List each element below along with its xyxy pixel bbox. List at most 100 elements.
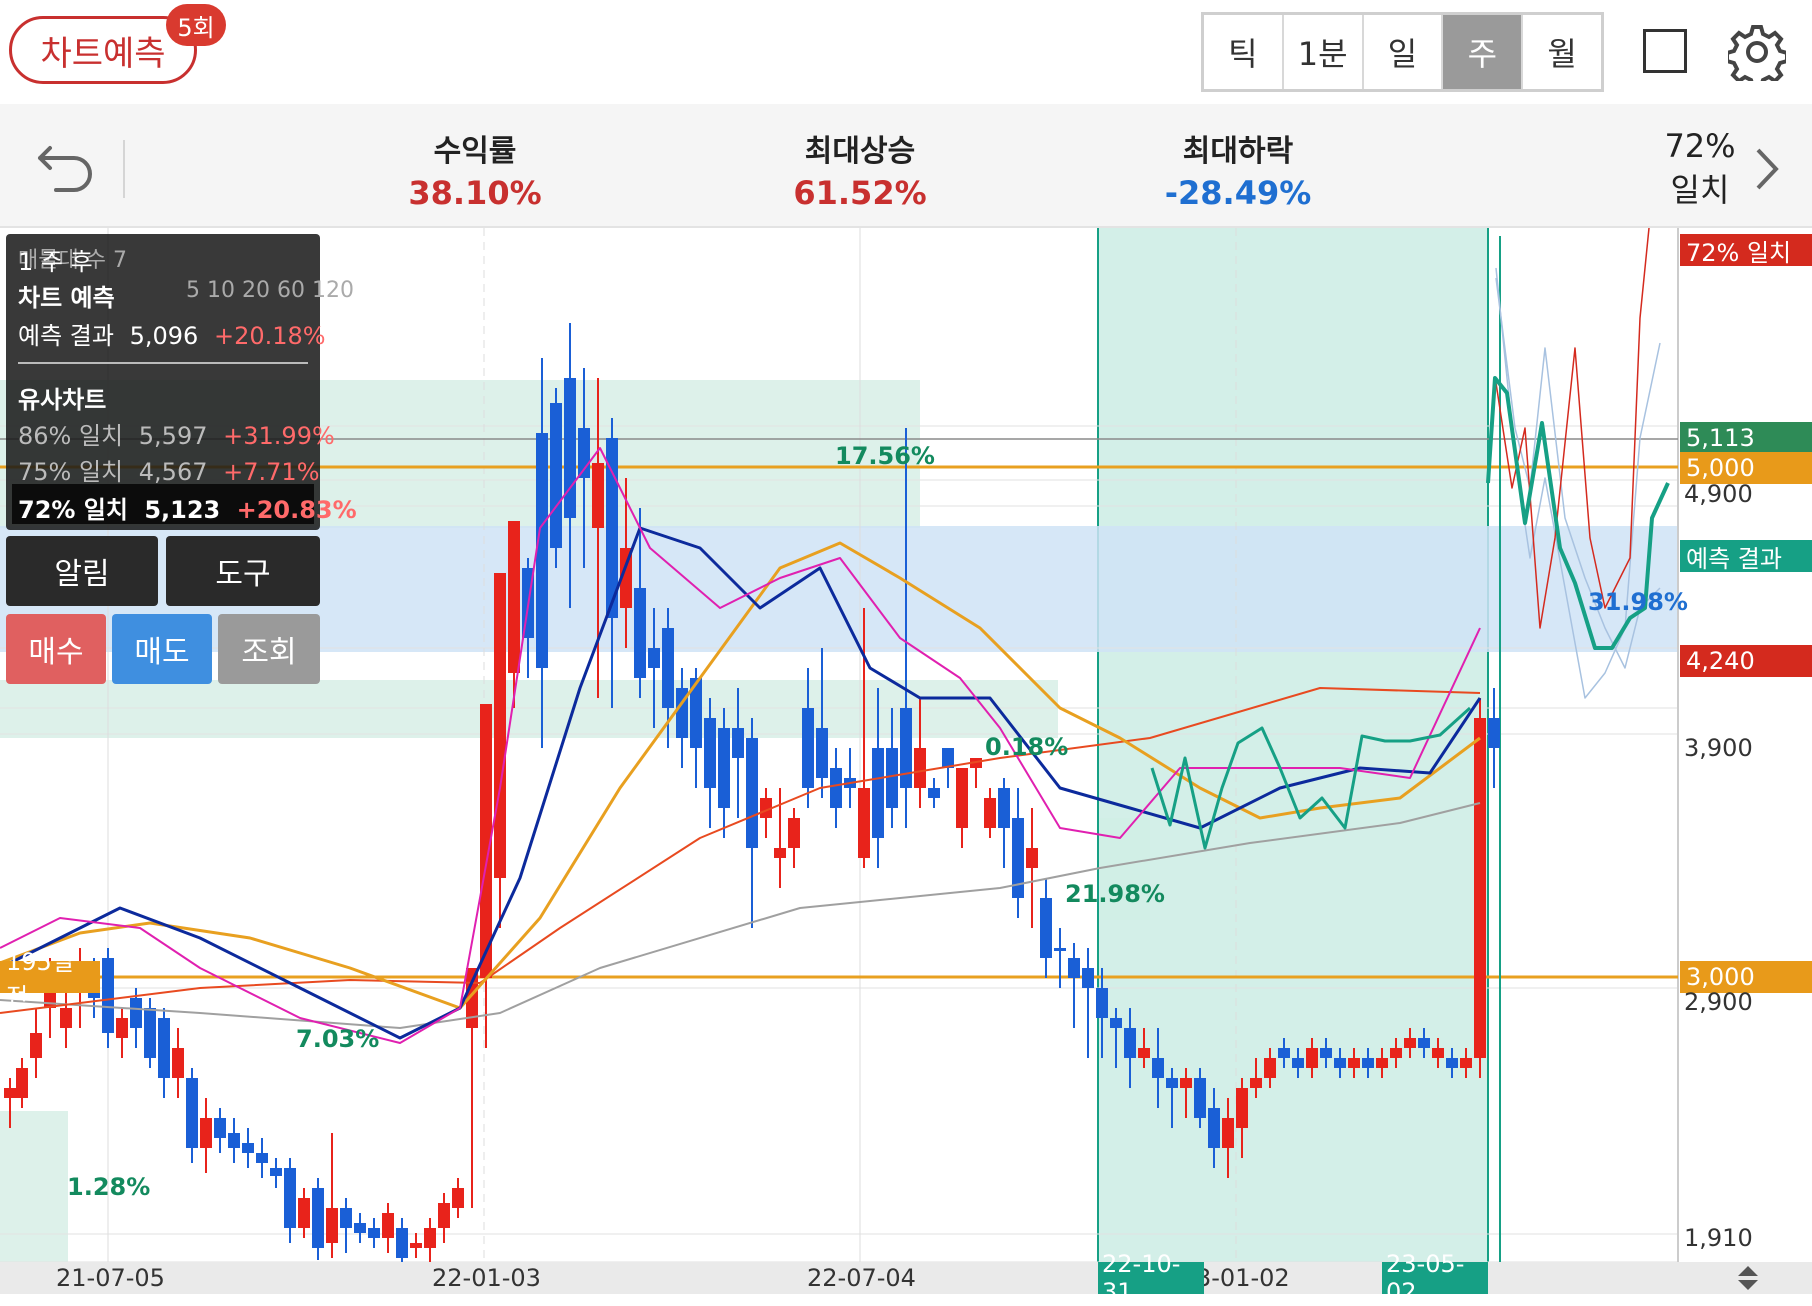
zone-pct-label: 21.98% <box>1065 880 1165 908</box>
candle-body <box>1446 1058 1458 1068</box>
candle-body <box>354 1223 366 1233</box>
candle-body <box>1180 1078 1192 1088</box>
candle-body <box>144 1008 156 1058</box>
stats-divider <box>123 140 125 198</box>
candle-body <box>872 748 884 838</box>
similar-label: 72% 일치 <box>18 496 128 524</box>
return-value: 38.10% <box>408 174 542 212</box>
panel-divider <box>18 362 308 364</box>
candle-body <box>1292 1058 1304 1068</box>
tab-week[interactable]: 주 <box>1443 15 1524 89</box>
candle-body <box>494 573 506 878</box>
y-axis-label: 4,900 <box>1684 480 1753 508</box>
similar-row[interactable]: 86% 일치 5,597 +31.99% <box>18 416 335 451</box>
return-label: 수익률 <box>433 134 517 169</box>
candle-body <box>830 768 842 808</box>
x-axis-label: 21-07-05 <box>56 1264 165 1292</box>
candle-body <box>858 788 870 858</box>
match-label: 일치 <box>1670 171 1730 209</box>
x-axis-label: 22-01-03 <box>432 1264 541 1292</box>
candle-body <box>1054 948 1066 951</box>
candle-body <box>648 648 660 668</box>
chevron-right-icon[interactable] <box>1752 144 1782 194</box>
candle-body <box>508 521 520 673</box>
tab-tick[interactable]: 틱 <box>1204 15 1284 89</box>
candle-body <box>536 433 548 668</box>
candle-body <box>550 403 562 548</box>
result-value: 5,096 <box>129 322 199 350</box>
gear-icon[interactable] <box>1728 23 1786 81</box>
match-summary[interactable]: 72% 일치 <box>1640 124 1760 212</box>
candle-body <box>1264 1058 1276 1078</box>
candle-body <box>1348 1058 1360 1068</box>
candle-body <box>326 1208 338 1243</box>
candle-body <box>886 748 898 808</box>
price-tag-5113: 5,113 <box>1680 422 1812 454</box>
alert-button[interactable]: 알림 <box>6 536 158 606</box>
candle-body <box>312 1188 324 1248</box>
candle-body <box>1432 1048 1444 1058</box>
x-axis-highlight-start: 22-10-31 <box>1098 1250 1204 1306</box>
match-percent: 72% <box>1664 127 1736 165</box>
candle-body <box>340 1208 352 1228</box>
candle-body <box>1138 1048 1150 1058</box>
candle-body <box>1250 1078 1262 1088</box>
candle-body <box>1362 1058 1374 1068</box>
candle-body <box>802 708 814 788</box>
candle-body <box>1474 718 1486 1058</box>
buy-button[interactable]: 매수 <box>6 614 106 684</box>
sell-button[interactable]: 매도 <box>112 614 212 684</box>
y-axis-label: 2,900 <box>1684 988 1753 1016</box>
candle-body <box>396 1228 408 1258</box>
max-up-value: 61.52% <box>793 174 927 212</box>
similar-change: +31.99% <box>223 422 335 450</box>
candle-body <box>1278 1048 1290 1058</box>
candle-body <box>900 708 912 788</box>
inquiry-button[interactable]: 조회 <box>218 614 320 684</box>
tools-button[interactable]: 도구 <box>166 536 320 606</box>
fullscreen-square-icon[interactable] <box>1643 29 1687 73</box>
candle-body <box>172 1048 184 1078</box>
similar-row[interactable]: 75% 일치 4,567 +7.71% <box>18 452 320 487</box>
tab-1min[interactable]: 1분 <box>1284 15 1364 89</box>
similar-value: 5,597 <box>138 422 208 450</box>
candle-body <box>200 1118 212 1148</box>
similar-value: 4,567 <box>138 458 208 486</box>
accumulation-zone <box>0 680 1058 738</box>
candle-body <box>774 848 786 858</box>
similar-row-selected[interactable]: 72% 일치 5,123 +20.83% <box>18 490 357 525</box>
tab-day[interactable]: 일 <box>1364 15 1444 89</box>
price-tag-4240: 4,240 <box>1680 645 1812 677</box>
zone-pct-label: 7.03% <box>296 1025 380 1053</box>
period-tabs: 틱 1분 일 주 월 <box>1201 12 1604 92</box>
max-down-label: 최대하락 <box>1182 134 1294 169</box>
candle-body <box>788 818 800 848</box>
period-label: 1 주 후 <box>18 248 93 276</box>
forecast-result-tag: 예측 결과 <box>1680 540 1812 573</box>
candle-body <box>298 1198 310 1228</box>
candle-body <box>130 998 142 1028</box>
candle-body <box>1152 1058 1164 1078</box>
candle-body <box>30 1033 42 1058</box>
candle-body <box>1418 1038 1430 1048</box>
candle-body <box>410 1243 422 1248</box>
candle-body <box>1208 1108 1220 1148</box>
max-down-value: -28.49% <box>1164 174 1312 212</box>
scroll-arrows-icon[interactable] <box>1728 1264 1768 1292</box>
candle-body <box>914 748 926 788</box>
tab-month[interactable]: 월 <box>1523 15 1601 89</box>
candle-body <box>102 958 114 1033</box>
similar-label: 75% 일치 <box>18 458 124 486</box>
similar-value: 5,123 <box>144 496 221 524</box>
zone-pct-label: 17.56% <box>835 442 935 470</box>
result-label: 예측 결과 <box>18 322 114 350</box>
candle-body <box>16 1068 28 1098</box>
candle-body <box>564 378 576 518</box>
candle-body <box>242 1143 254 1153</box>
accumulation-zone <box>0 1111 68 1262</box>
candle-body <box>662 628 674 708</box>
back-arrow-icon[interactable] <box>36 142 96 192</box>
candle-body <box>256 1153 268 1163</box>
candle-body <box>704 718 716 788</box>
candle-body <box>746 738 758 848</box>
